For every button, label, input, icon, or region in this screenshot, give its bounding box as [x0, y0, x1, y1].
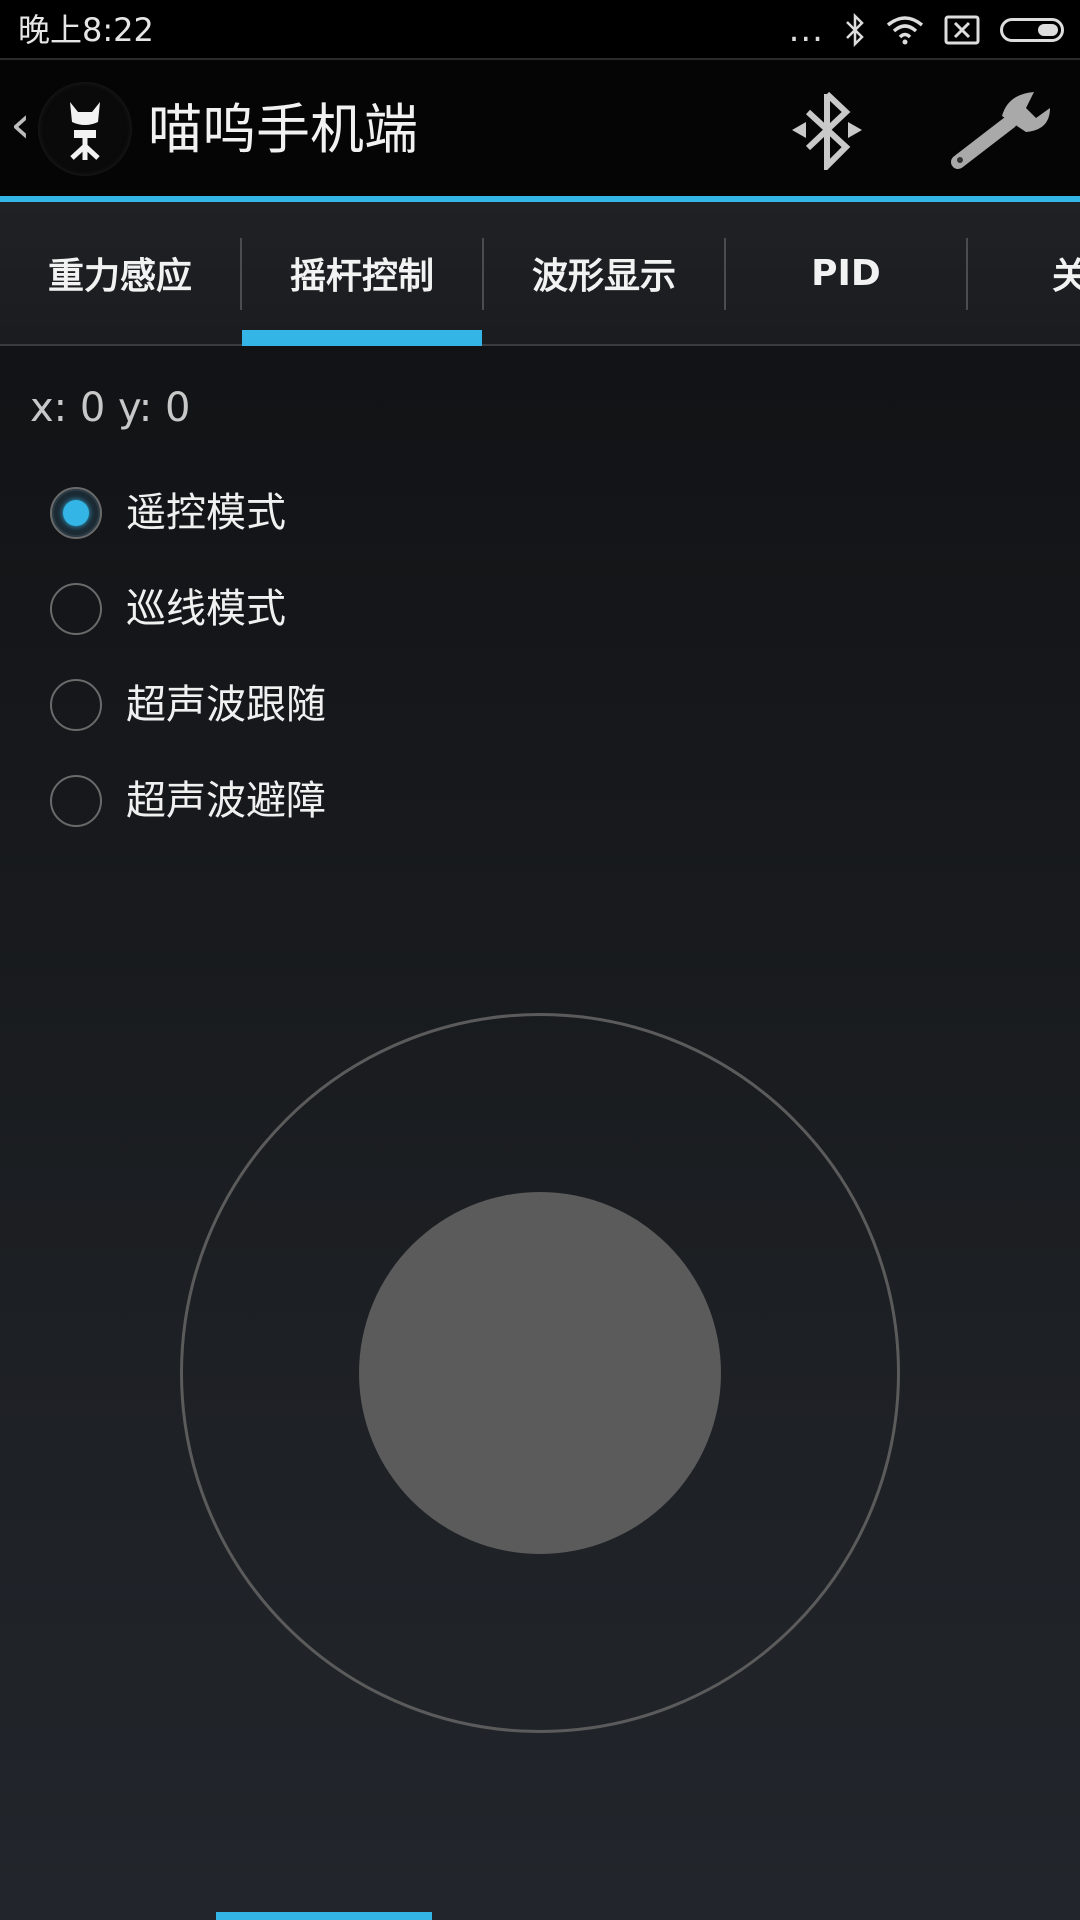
mode-option-ultrasonic-avoid[interactable]: 超声波避障	[50, 764, 550, 838]
radio-button[interactable]	[50, 583, 102, 635]
mode-label: 遥控模式	[126, 490, 286, 536]
status-bar: 晚上8:22 ...	[0, 0, 1080, 60]
app-title: 喵呜手机端	[148, 98, 418, 161]
bluetooth-icon	[792, 91, 862, 174]
joystick-coords: x: 0 y: 0	[30, 385, 191, 431]
bottom-indicator	[216, 1912, 432, 1920]
cat-logo-glyph	[70, 102, 100, 160]
screen: 晚上8:22 ... ‹ 喵呜手机端 重力感应 摇杆控制 波形显示 PID 关 …	[0, 0, 1080, 1920]
mode-label: 巡线模式	[126, 586, 286, 632]
wrench-icon	[951, 92, 1050, 169]
status-icons: ...	[789, 12, 1064, 48]
no-sim-icon	[944, 15, 980, 45]
status-time: 晚上8:22	[18, 11, 154, 49]
tab-pid[interactable]: PID	[726, 202, 966, 344]
bluetooth-button[interactable]	[782, 90, 872, 174]
mode-option-ultrasonic-follow[interactable]: 超声波跟随	[50, 668, 550, 742]
radio-button[interactable]	[50, 775, 102, 827]
battery-icon	[1000, 18, 1064, 42]
tab-about[interactable]: 关	[968, 202, 1080, 344]
action-bar: ‹ 喵呜手机端	[0, 60, 1080, 198]
mode-option-line-follow[interactable]: 巡线模式	[50, 572, 550, 646]
tab-strip: 重力感应 摇杆控制 波形显示 PID 关	[0, 202, 1080, 346]
tab-waveform[interactable]: 波形显示	[484, 202, 724, 344]
wifi-icon	[886, 16, 924, 45]
radio-button[interactable]	[50, 487, 102, 539]
mode-label: 超声波跟随	[126, 682, 326, 728]
radio-button[interactable]	[50, 679, 102, 731]
bluetooth-icon	[846, 13, 864, 47]
tab-gravity[interactable]: 重力感应	[0, 202, 240, 344]
mode-label: 超声波避障	[126, 778, 326, 824]
tab-selected-indicator	[242, 330, 482, 346]
more-dots-icon: ...	[788, 10, 824, 50]
tab-joystick[interactable]: 摇杆控制	[242, 202, 482, 344]
cat-logo-icon[interactable]	[38, 82, 132, 176]
mode-option-remote[interactable]: 遥控模式	[50, 476, 550, 550]
back-chevron-icon[interactable]: ‹	[10, 99, 31, 151]
joystick-knob[interactable]	[359, 1192, 721, 1554]
settings-button[interactable]	[942, 86, 1062, 176]
